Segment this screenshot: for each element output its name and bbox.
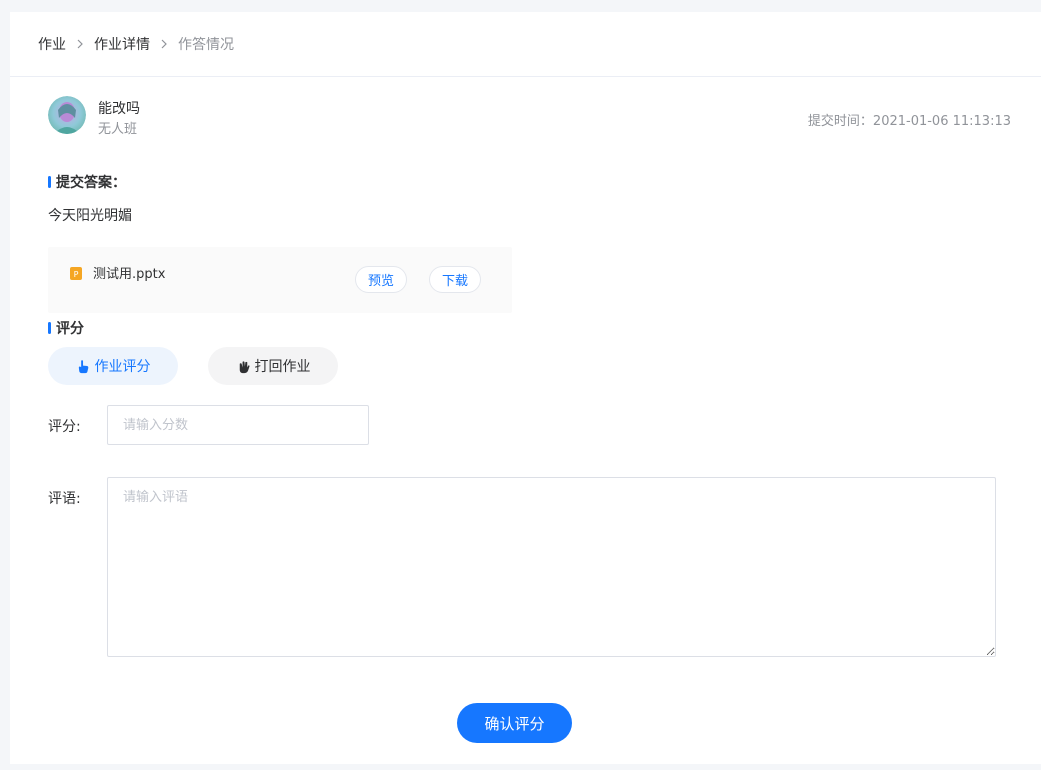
tab-homework-score[interactable]: 作业评分 (48, 347, 178, 385)
student-class: 无人班 (98, 122, 138, 137)
heading-accent-bar (48, 176, 51, 188)
avatar (48, 96, 86, 134)
heading-accent-bar (48, 322, 51, 334)
tab-return-homework[interactable]: 打回作业 (208, 347, 338, 385)
comment-textarea[interactable] (107, 477, 996, 657)
grading-heading: 评分 (48, 318, 84, 338)
student-name: 能改吗 (98, 101, 140, 117)
tab-return-homework-label: 打回作业 (254, 359, 311, 375)
student-info: 能改吗 无人班 提交时间：2021-01-06 11:13:13 (48, 96, 1011, 137)
breadcrumb-homework-detail[interactable]: 作业详情 (94, 34, 150, 54)
chevron-right-icon (75, 39, 85, 49)
score-input[interactable] (107, 405, 369, 445)
score-label: 评分: (48, 419, 81, 435)
attachment-file-name: 测试用.pptx (93, 267, 166, 282)
chevron-right-icon (159, 39, 169, 49)
submit-time: 提交时间：2021-01-06 11:13:13 (807, 114, 1011, 129)
breadcrumb-answer-status: 作答情况 (178, 37, 234, 53)
waving-hand-icon (239, 360, 250, 373)
comment-label: 评语: (48, 491, 81, 507)
breadcrumb-homework[interactable]: 作业 (38, 34, 66, 54)
tab-homework-score-label: 作业评分 (94, 359, 151, 375)
svg-text:P: P (74, 270, 79, 279)
answer-text: 今天阳光明媚 (48, 208, 132, 224)
grading-title: 评分 (56, 321, 84, 337)
preview-button[interactable]: 预览 (355, 266, 407, 293)
attachment-item: P 测试用.pptx 预览 下载 (48, 247, 512, 313)
confirm-score-button[interactable]: 确认评分 (457, 703, 572, 743)
submitted-answer-heading: 提交答案： (48, 172, 126, 192)
pointing-hand-icon (78, 359, 88, 373)
download-button[interactable]: 下载 (429, 266, 481, 293)
ppt-file-icon: P (70, 265, 82, 280)
breadcrumb: 作业 作业详情 作答情况 (10, 12, 1041, 77)
submitted-answer-title: 提交答案： (56, 175, 126, 191)
homework-grading-card: 作业 作业详情 作答情况 能改吗 无人班 提交时间：2021-01-06 11:… (10, 12, 1041, 764)
